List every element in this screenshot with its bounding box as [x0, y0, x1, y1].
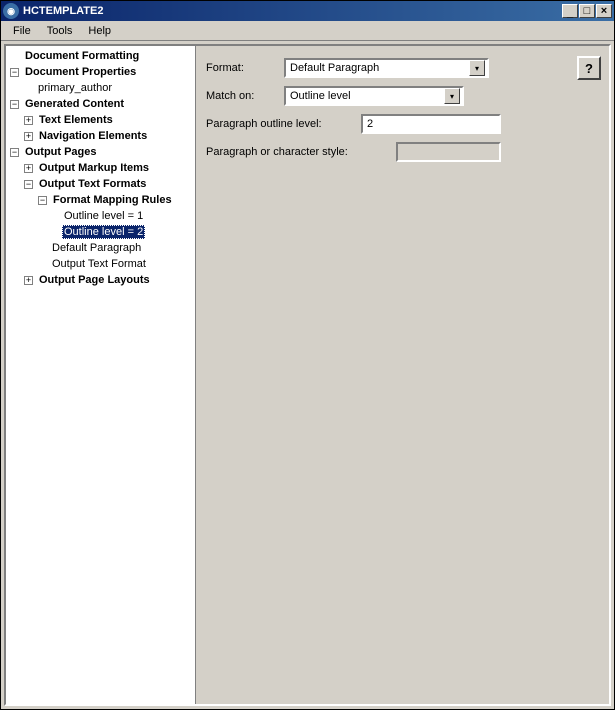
collapse-icon[interactable]: − [24, 180, 33, 189]
style-label: Paragraph or character style: [206, 146, 396, 158]
title-bar: ◉ HCTEMPLATE2 _ □ × [1, 1, 614, 21]
chevron-down-icon: ▾ [444, 88, 460, 104]
menu-help[interactable]: Help [80, 23, 119, 39]
collapse-icon[interactable]: − [10, 68, 19, 77]
window-controls: _ □ × [562, 4, 612, 18]
tree-item-generated-content[interactable]: − Generated Content [6, 96, 195, 112]
tree-item-format-mapping-rules[interactable]: − Format Mapping Rules [6, 192, 195, 208]
tree-item-output-text-format[interactable]: Output Text Format [6, 256, 195, 272]
close-button[interactable]: × [596, 4, 612, 18]
menu-bar: File Tools Help [1, 21, 614, 41]
outline-level-input[interactable]: 2 [361, 114, 501, 134]
maximize-button[interactable]: □ [579, 4, 595, 18]
app-icon: ◉ [3, 3, 19, 19]
style-input [396, 142, 501, 162]
tree-item-outline-level-1[interactable]: Outline level = 1 [6, 208, 195, 224]
tree-item-text-elements[interactable]: + Text Elements [6, 112, 195, 128]
outline-level-row: Paragraph outline level: 2 [206, 114, 599, 134]
app-window: ◉ HCTEMPLATE2 _ □ × File Tools Help Docu… [0, 0, 615, 710]
tree-item-output-markup-items[interactable]: + Output Markup Items [6, 160, 195, 176]
tree-item-primary-author[interactable]: primary_author [6, 80, 195, 96]
match-row: Match on: Outline level ▾ [206, 86, 599, 106]
outline-level-label: Paragraph outline level: [206, 118, 361, 130]
expand-icon[interactable]: + [24, 276, 33, 285]
tree-item-output-pages[interactable]: − Output Pages [6, 144, 195, 160]
match-label: Match on: [206, 90, 284, 102]
tree-item-outline-level-2[interactable]: Outline level = 2 [6, 224, 195, 240]
menu-tools[interactable]: Tools [39, 23, 81, 39]
collapse-icon[interactable]: − [38, 196, 47, 205]
form-panel: ? Format: Default Paragraph ▾ Match on: … [196, 46, 609, 704]
help-button[interactable]: ? [577, 56, 601, 80]
expand-icon[interactable]: + [24, 116, 33, 125]
style-row: Paragraph or character style: [206, 142, 599, 162]
window-title: HCTEMPLATE2 [23, 5, 562, 17]
format-row: Format: Default Paragraph ▾ [206, 58, 599, 78]
format-select[interactable]: Default Paragraph ▾ [284, 58, 489, 78]
tree-item-navigation-elements[interactable]: + Navigation Elements [6, 128, 195, 144]
match-select[interactable]: Outline level ▾ [284, 86, 464, 106]
format-label: Format: [206, 62, 284, 74]
expand-icon[interactable]: + [24, 164, 33, 173]
tree-item-document-formatting[interactable]: Document Formatting [6, 48, 195, 64]
tree-item-output-text-formats[interactable]: − Output Text Formats [6, 176, 195, 192]
chevron-down-icon: ▾ [469, 60, 485, 76]
work-area: Document Formatting − Document Propertie… [4, 44, 611, 706]
tree-item-output-page-layouts[interactable]: + Output Page Layouts [6, 272, 195, 288]
tree-item-document-properties[interactable]: − Document Properties [6, 64, 195, 80]
expand-icon[interactable]: + [24, 132, 33, 141]
minimize-button[interactable]: _ [562, 4, 578, 18]
collapse-icon[interactable]: − [10, 100, 19, 109]
tree-panel[interactable]: Document Formatting − Document Propertie… [6, 46, 196, 704]
tree-spacer-icon [10, 52, 19, 61]
tree-item-default-paragraph[interactable]: Default Paragraph [6, 240, 195, 256]
menu-file[interactable]: File [5, 23, 39, 39]
collapse-icon[interactable]: − [10, 148, 19, 157]
